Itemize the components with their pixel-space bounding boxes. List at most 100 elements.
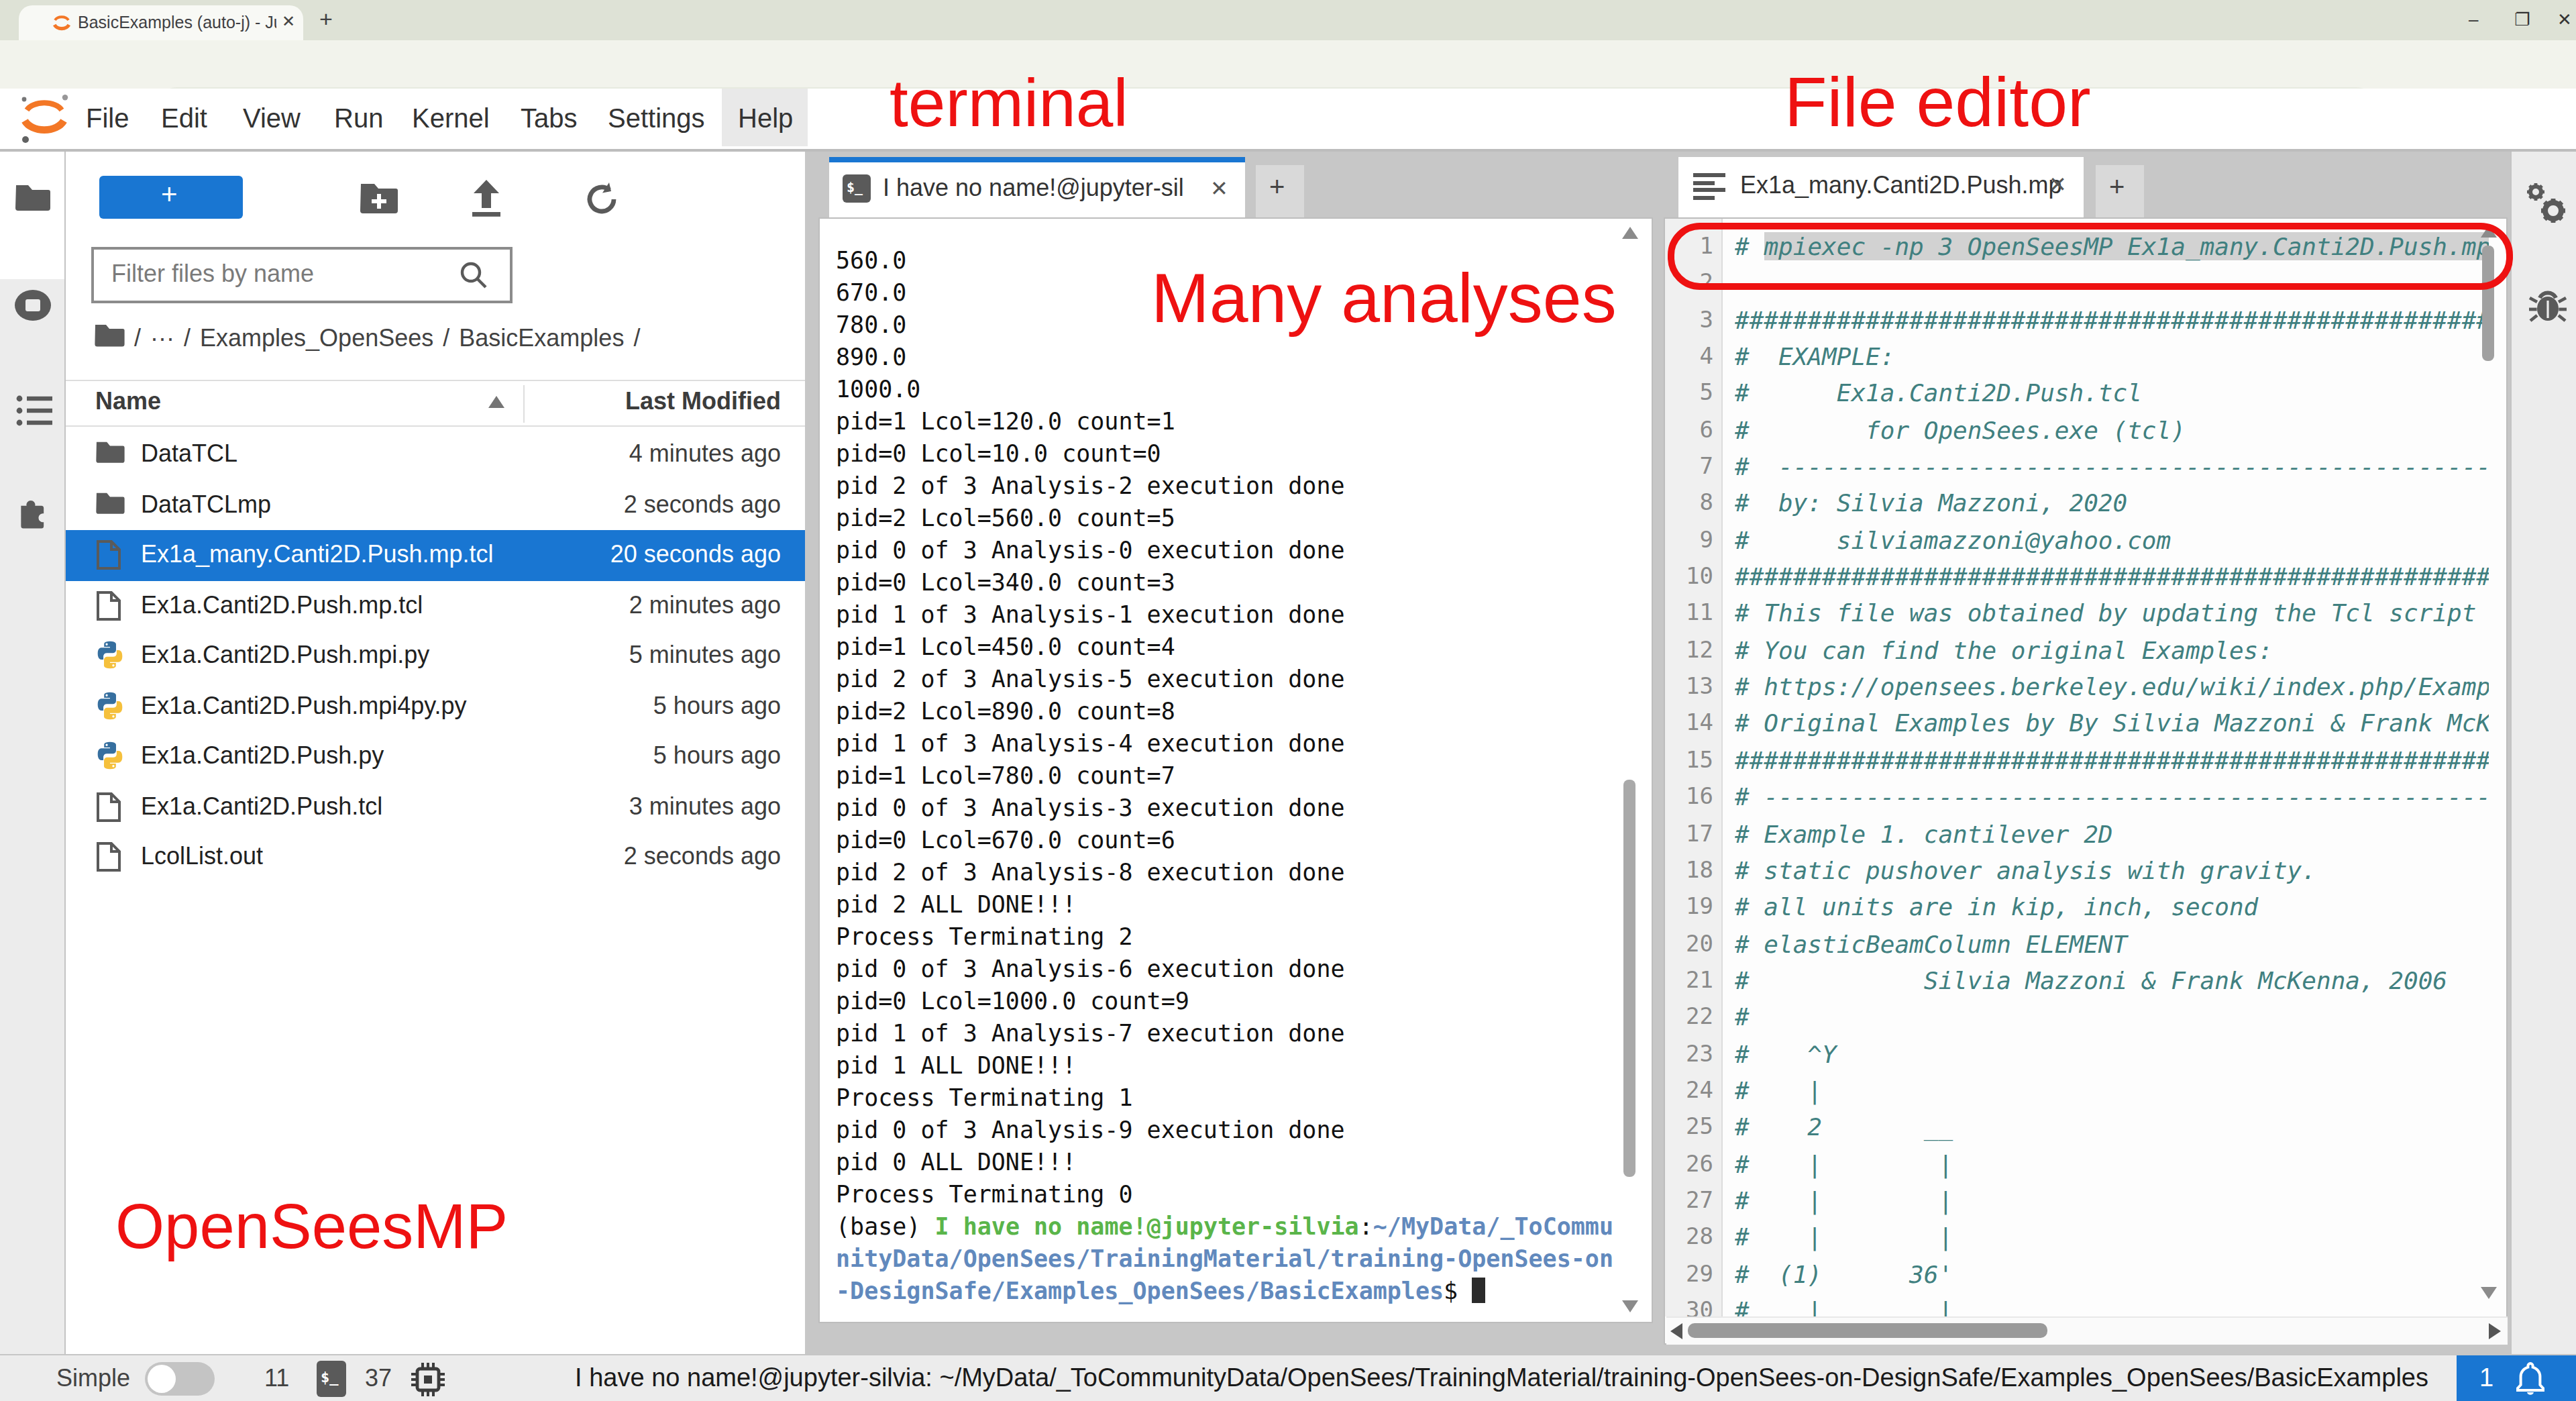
menu-item-file[interactable]: File [86,103,129,134]
file-row[interactable]: Ex1a.Canti2D.Push.py5 hours ago [66,731,805,782]
file-row[interactable]: Ex1a.Canti2D.Push.tcl3 minutes ago [66,782,805,832]
menu-item-view[interactable]: View [243,103,301,134]
breadcrumb-part[interactable]: / [633,325,640,352]
terminal-scrollbar[interactable] [1623,780,1635,1177]
annotation-file-editor: File editor [1784,62,2091,142]
breadcrumb-part[interactable]: BasicExamples [459,325,624,352]
menu-item-tabs[interactable]: Tabs [521,103,578,134]
breadcrumb-part[interactable]: / [184,325,191,352]
menu-item-settings[interactable]: Settings [608,103,705,134]
kernel-chip-icon[interactable] [411,1362,445,1397]
terminal-icon: $_ [843,174,871,203]
browser-tabbar: BasicExamples (auto-j) - Jupyte ✕ + – ❐ … [0,0,2576,40]
terminal-scroll-up-icon[interactable] [1622,227,1638,239]
editor-hscroll-thumb[interactable] [1688,1323,2047,1338]
annotation-many-analyses: Many analyses [1151,258,1617,338]
filter-placeholder: Filter files by name [111,260,314,289]
running-sessions-icon[interactable] [13,289,52,322]
file-browser-panel: + Filter files by name [66,152,805,1354]
annotation-openseesmp: OpenSeesMP [115,1189,508,1263]
search-icon [459,260,488,290]
notification-badge[interactable]: 1 [2457,1355,2576,1401]
file-row[interactable]: DataTCLmp2 seconds ago [66,480,805,530]
terminals-count: 11 [264,1365,289,1393]
new-tab-icon[interactable]: + [319,7,333,34]
right-sidebar [2510,152,2576,1354]
editor-tab-close-icon[interactable]: ✕ [2049,172,2067,197]
menu-item-help[interactable]: Help [738,103,793,134]
editor-new-tab[interactable]: + [2096,165,2144,217]
text-editor-icon [1693,173,1728,200]
column-header-modified[interactable]: Last Modified [66,388,781,416]
window-minimize-icon[interactable]: – [2469,9,2478,30]
jupyter-favicon [51,12,72,34]
editor-scroll-right-icon[interactable] [2489,1323,2501,1339]
simple-mode-label: Simple [56,1365,130,1393]
menu-item-run[interactable]: Run [334,103,383,134]
refresh-icon[interactable] [584,181,620,217]
menu-item-edit[interactable]: Edit [161,103,207,134]
jupyterlab-menubar: File Edit View Run Kernel Tabs Settings Help [0,89,2576,152]
breadcrumb-part[interactable]: ··· [150,325,174,352]
terminal-panel[interactable]: 560.0670.0780.0890.01000.0pid=1 Lcol=120… [818,217,1653,1323]
filter-files-input[interactable]: Filter files by name [91,247,513,303]
file-modified: 2 minutes ago [66,591,781,619]
editor-scroll-left-icon[interactable] [1670,1323,1682,1339]
status-bar: Simple 11 $_ 37 I have no name!@jupyter-… [0,1354,2576,1401]
breadcrumb-part[interactable]: Examples_OpenSees [200,325,433,352]
tab-close-icon[interactable]: ✕ [282,12,295,31]
breadcrumb[interactable]: / ··· / Examples_OpenSees / BasicExamples / [134,325,649,353]
editor-scrollbar-horizontal[interactable] [1666,1316,2508,1345]
file-row[interactable]: Ex1a.Canti2D.Push.mpi4py.py5 hours ago [66,681,805,731]
left-sidebar-active [0,152,66,279]
editor-scroll-down-icon[interactable] [2481,1287,2497,1299]
file-row[interactable]: LcolList.out2 seconds ago [66,832,805,882]
file-modified: 3 minutes ago [66,792,781,821]
terminal-new-tab[interactable]: + [1256,165,1304,217]
file-modified: 20 seconds ago [66,541,781,569]
terminal-cursor [1472,1278,1485,1303]
file-row[interactable]: Ex1a.Canti2D.Push.mp.tcl2 minutes ago [66,580,805,631]
jupyter-logo [16,93,72,146]
terminal-output: 560.0670.0780.0890.01000.0pid=1 Lcol=120… [836,244,1613,1307]
debugger-icon[interactable] [2528,286,2568,326]
file-modified: 5 hours ago [66,692,781,720]
editor-tab-label: Ex1a_many.Canti2D.Push.mp [1740,172,2062,200]
window-restore-icon[interactable]: ❐ [2514,9,2530,30]
breadcrumb-part[interactable]: / [134,325,141,352]
file-modified: 5 hours ago [66,742,781,770]
table-of-contents-icon[interactable] [16,393,52,429]
editor-tab[interactable]: Ex1a_many.Canti2D.Push.mp ✕ [1678,157,2084,217]
breadcrumb-part[interactable]: / [443,325,449,352]
file-modified: 4 minutes ago [66,440,781,468]
file-row[interactable]: Ex1a.Canti2D.Push.mpi.py5 minutes ago [66,631,805,681]
file-browser-icon[interactable] [15,181,51,212]
browser-tab[interactable]: BasicExamples (auto-j) - Jupyte ✕ [19,5,303,40]
file-modified: 2 seconds ago [66,490,781,519]
terminal-tab[interactable]: $_ I have no name!@jupyter-sil ✕ [829,157,1245,217]
terminal-scroll-down-icon[interactable] [1622,1300,1638,1312]
browser-tab-title: BasicExamples (auto-j) - Jupyte [78,13,276,32]
file-row[interactable]: Ex1a_many.Canti2D.Push.mp.tcl20 seconds … [66,530,805,580]
notification-count: 1 [2479,1363,2493,1393]
file-modified: 5 minutes ago [66,641,781,670]
upload-icon[interactable] [467,180,506,217]
editor-code[interactable]: 1# mpiexec -np 3 OpenSeesMP Ex1a_many.Ca… [1665,228,2489,1329]
left-sidebar [0,152,66,1354]
terminal-status-icon[interactable]: $_ [317,1361,346,1397]
property-inspector-icon[interactable] [2521,181,2569,229]
new-launcher-button[interactable]: + [99,176,243,219]
bell-icon [2513,1361,2548,1397]
menu-item-kernel[interactable]: Kernel [412,103,490,134]
extension-manager-icon[interactable] [15,498,52,535]
terminal-tab-close-icon[interactable]: ✕ [1210,176,1228,201]
window-close-icon[interactable]: ✕ [2557,9,2572,30]
editor-panel[interactable]: 1# mpiexec -np 3 OpenSeesMP Ex1a_many.Ca… [1664,217,2508,1345]
file-row[interactable]: DataTCL4 minutes ago [66,429,805,480]
annotation-highlight-box [1668,223,2513,290]
home-folder-icon[interactable] [94,322,125,348]
screenshot: BasicExamples (auto-j) - Jupyte ✕ + – ❐ … [0,0,2576,1401]
new-folder-icon[interactable] [360,181,398,216]
browser-urlbar: ← → ⟳ jupyter.designsafe-ci.org/user/sil… [0,40,2576,90]
simple-mode-toggle[interactable] [145,1362,215,1396]
